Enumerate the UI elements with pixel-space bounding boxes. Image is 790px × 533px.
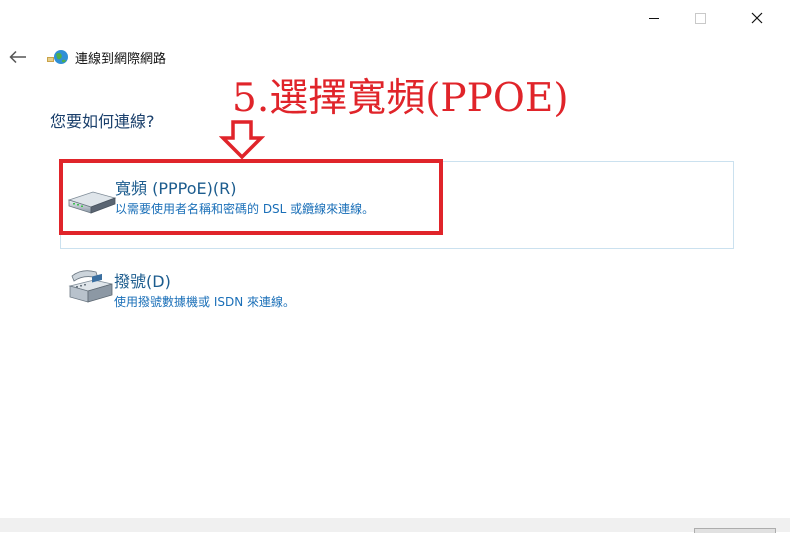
- connection-question: 您要如何連線?: [50, 112, 155, 131]
- back-button[interactable]: [6, 46, 30, 68]
- minimize-icon: [649, 17, 659, 19]
- footer-bar: [0, 518, 790, 532]
- dialup-phone-icon: [68, 270, 113, 303]
- close-icon: [751, 12, 763, 24]
- annotation-label: 5.選擇寬頻(PPOE): [232, 76, 569, 121]
- back-arrow-icon: [9, 50, 26, 64]
- maximize-button[interactable]: [677, 0, 723, 36]
- minimize-button[interactable]: [631, 0, 677, 36]
- dialup-option-title: 撥號(D): [114, 272, 171, 291]
- close-button[interactable]: [734, 0, 780, 36]
- dialup-option-description: 使用撥號數據機或 ISDN 來連線。: [114, 295, 296, 309]
- network-globe-icon: [47, 50, 68, 64]
- cancel-button[interactable]: [694, 528, 776, 533]
- dialup-option[interactable]: 撥號(D) 使用撥號數據機或 ISDN 來連線。: [60, 258, 734, 346]
- window-title: 連線到網際網路: [75, 52, 167, 67]
- annotation-highlight-box: [59, 159, 443, 235]
- annotation-arrow-icon: [219, 120, 265, 160]
- maximize-icon: [694, 12, 706, 24]
